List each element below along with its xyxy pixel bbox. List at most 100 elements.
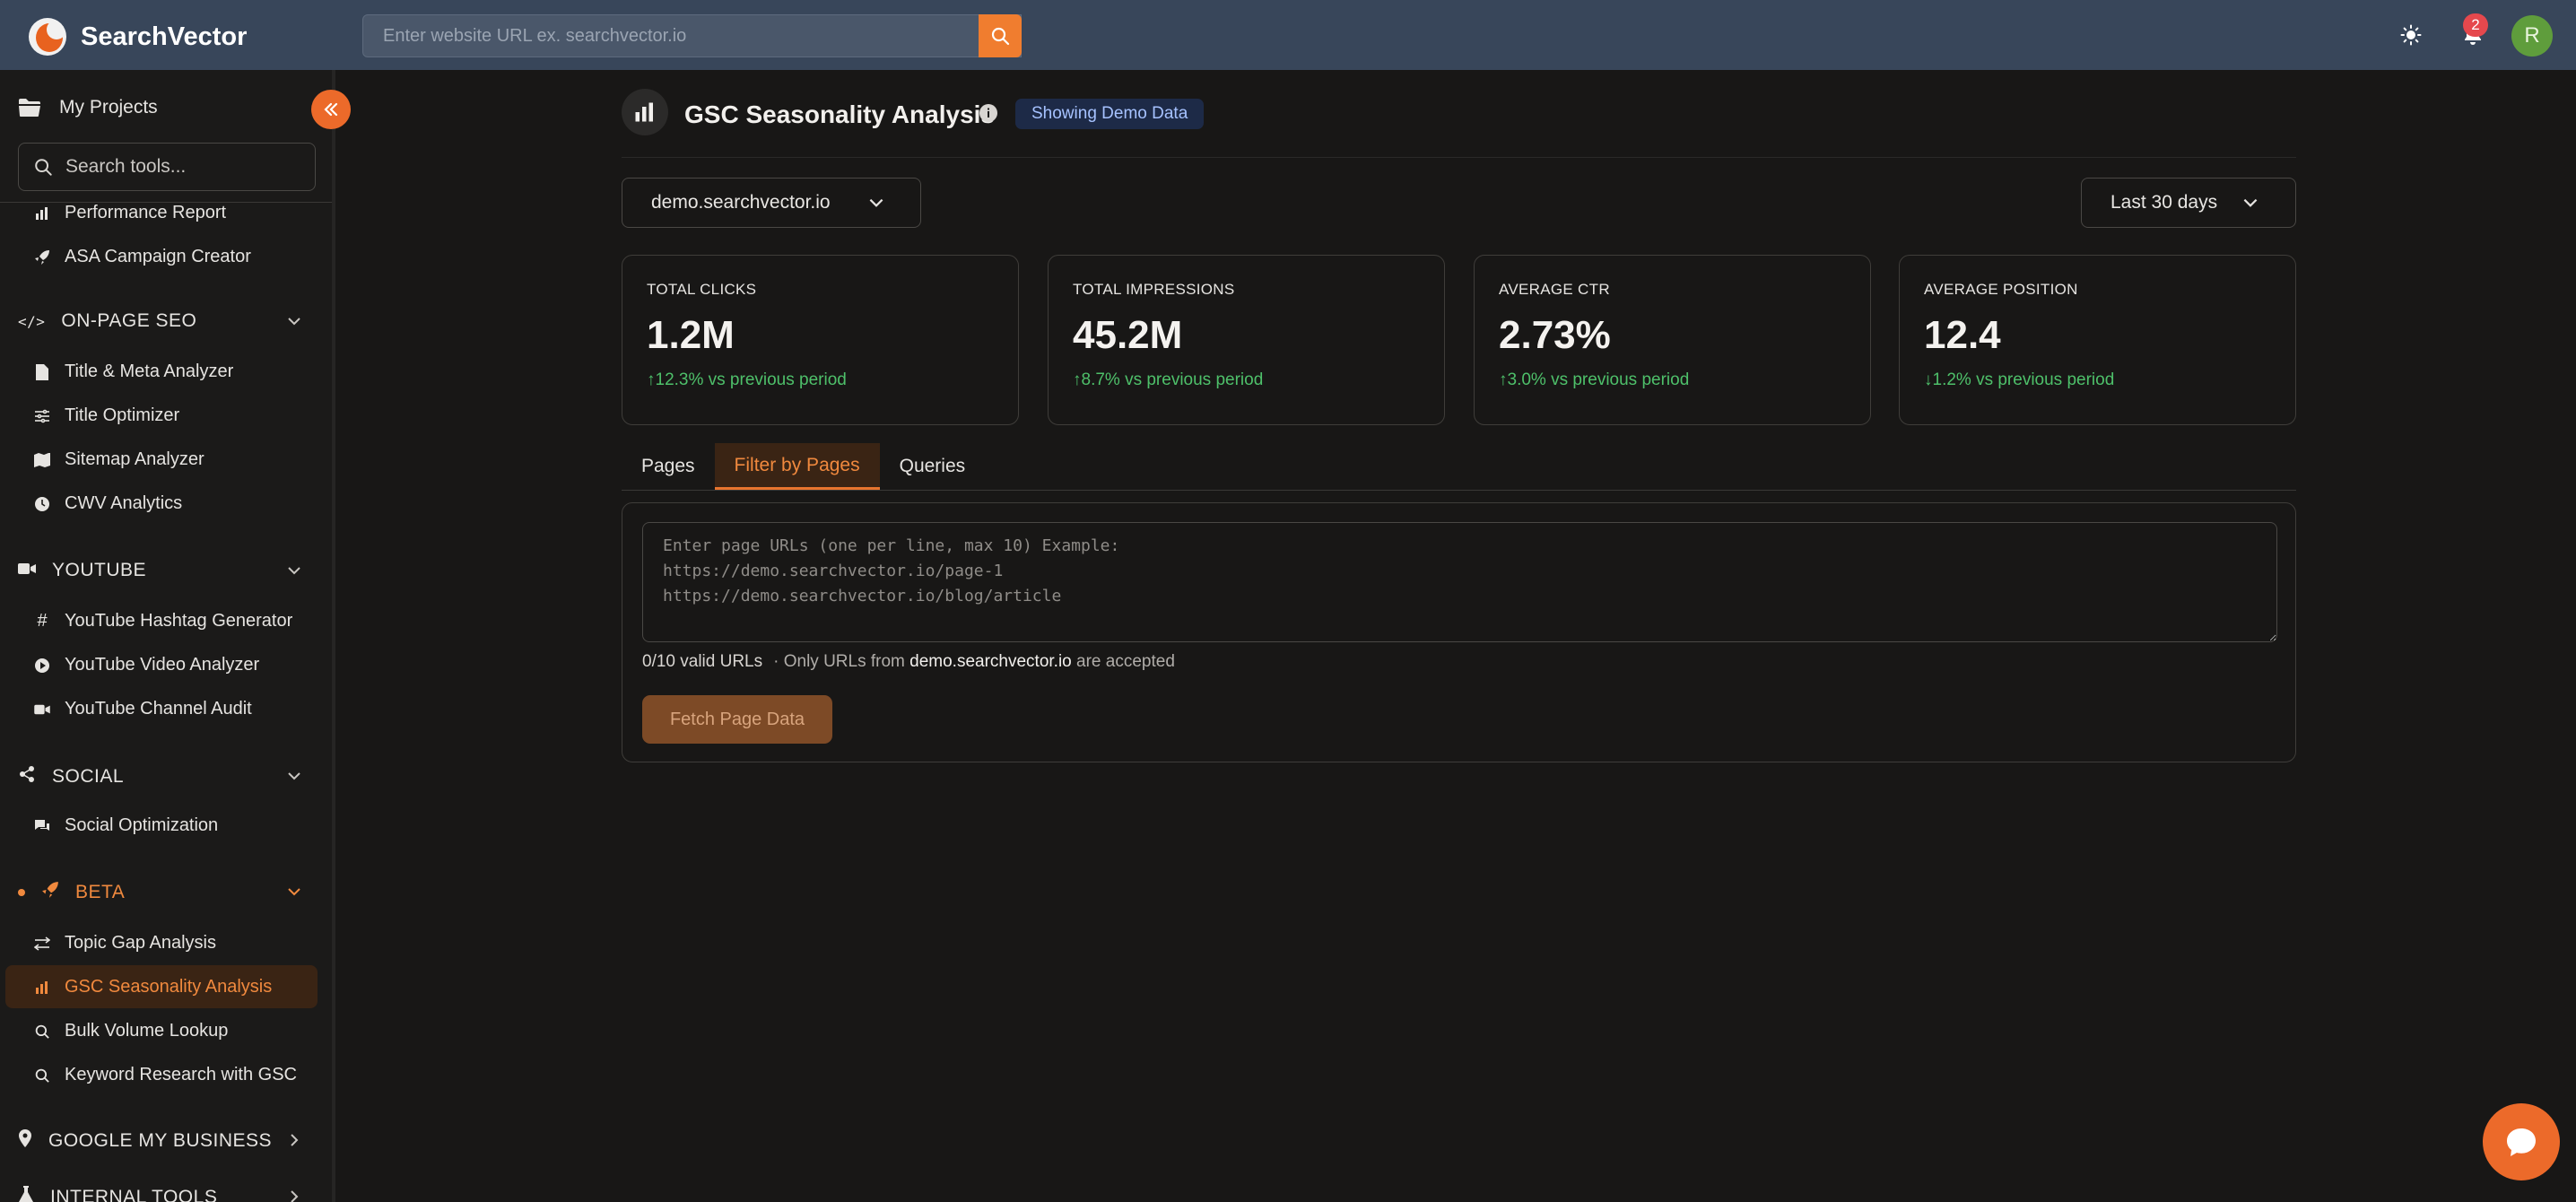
date-range-select[interactable]: Last 30 days (2081, 178, 2296, 228)
search-icon (34, 1023, 50, 1040)
sidebar: My Projects Search tools... Performance … (0, 70, 335, 1202)
metric-card-total-impressions: TOTAL IMPRESSIONS 45.2M ↑8.7% vs previou… (1048, 255, 1445, 425)
arrow-down-icon: ↓ (1924, 370, 1933, 389)
url-validation-status: 0/10 valid URLs · Only URLs from demo.se… (642, 652, 1175, 671)
sidebar-item-gsc-seasonality-analysis[interactable]: GSC Seasonality Analysis (34, 977, 272, 997)
sidebar-item-bulk-volume-lookup[interactable]: Bulk Volume Lookup (34, 1021, 228, 1041)
rocket-icon (34, 249, 50, 266)
sun-icon (2400, 24, 2422, 46)
chevron-down-icon[interactable] (285, 767, 303, 785)
rocket-icon (41, 881, 59, 904)
page-icon (622, 89, 668, 135)
collapse-sidebar-button[interactable] (311, 90, 351, 129)
site-select-value: demo.searchvector.io (651, 192, 831, 213)
my-projects-link[interactable]: My Projects (18, 97, 158, 118)
sidebar-item-performance-report[interactable]: Performance Report (34, 203, 226, 223)
accepted-domain: demo.searchvector.io (909, 652, 1072, 671)
tool-search-placeholder: Search tools... (65, 156, 187, 177)
notification-count-badge: 2 (2463, 13, 2488, 37)
sidebar-item-title-optimizer[interactable]: Title Optimizer (34, 405, 179, 426)
info-icon[interactable] (978, 102, 999, 124)
tabs-divider (622, 490, 2296, 491)
chat-bubble-icon (2507, 1128, 2536, 1156)
app-name: SearchVector (81, 22, 248, 51)
chat-widget-button[interactable] (2483, 1103, 2560, 1180)
clock-icon (34, 496, 50, 512)
website-url-input[interactable] (362, 14, 1022, 57)
metric-card-average-ctr: AVERAGE CTR 2.73% ↑3.0% vs previous peri… (1474, 255, 1871, 425)
bar-chart-icon (34, 980, 50, 996)
location-pin-icon (18, 1129, 32, 1153)
bar-chart-icon (34, 205, 50, 222)
search-icon (34, 1067, 50, 1084)
swap-arrows-icon (34, 936, 50, 952)
tool-search-input[interactable]: Search tools... (18, 143, 316, 191)
chevron-down-icon[interactable] (285, 312, 303, 330)
tab-queries[interactable]: Queries (880, 443, 986, 490)
logo-mark-icon (29, 18, 66, 56)
sidebar-section-beta[interactable]: BETA (18, 881, 125, 904)
hashtag-icon: # (37, 611, 48, 631)
active-dot-icon (18, 889, 25, 896)
sidebar-section-internal-tools[interactable]: INTERNAL TOOLS (18, 1186, 217, 1202)
top-header: SearchVector 2 R (0, 0, 2576, 70)
page-urls-textarea[interactable] (642, 522, 2277, 642)
sidebar-section-google-my-business[interactable]: GOOGLE MY BUSINESS (18, 1129, 272, 1153)
theme-toggle-button[interactable] (2398, 22, 2424, 48)
chevrons-left-icon (324, 102, 338, 117)
my-projects-label: My Projects (59, 97, 158, 118)
sidebar-item-sitemap-analyzer[interactable]: Sitemap Analyzer (34, 449, 205, 470)
title-divider (622, 157, 2296, 158)
sidebar-item-social-optimization[interactable]: Social Optimization (34, 815, 218, 836)
tab-filter-by-pages[interactable]: Filter by Pages (714, 443, 880, 490)
view-tabs: Pages Filter by Pages Queries (622, 443, 985, 490)
code-icon: </> (18, 312, 46, 330)
search-icon (991, 27, 1010, 46)
map-icon (34, 452, 50, 468)
sidebar-item-youtube-hashtag-generator[interactable]: # YouTube Hashtag Generator (34, 611, 292, 631)
video-icon (18, 560, 36, 581)
chevron-down-icon (2243, 198, 2258, 207)
sidebar-item-title-meta-analyzer[interactable]: Title & Meta Analyzer (34, 361, 233, 382)
arrow-up-icon: ↑ (1073, 370, 1082, 389)
sidebar-item-keyword-research-gsc[interactable]: Keyword Research with GSC (34, 1065, 297, 1085)
app-logo[interactable]: SearchVector (29, 18, 247, 56)
sidebar-item-youtube-channel-audit[interactable]: YouTube Channel Audit (34, 699, 252, 719)
filter-by-pages-panel: 0/10 valid URLs · Only URLs from demo.se… (622, 502, 2296, 762)
site-select[interactable]: demo.searchvector.io (622, 178, 921, 228)
chevron-down-icon (869, 198, 883, 207)
url-search-button[interactable] (979, 14, 1022, 57)
chat-bubbles-icon (34, 818, 50, 834)
search-icon (35, 159, 52, 176)
chevron-right-icon[interactable] (285, 1188, 303, 1202)
metric-card-average-position: AVERAGE POSITION 12.4 ↓1.2% vs previous … (1899, 255, 2296, 425)
video-icon (34, 701, 50, 718)
arrow-up-icon: ↑ (1499, 370, 1508, 389)
folder-icon (19, 99, 40, 117)
sidebar-item-cwv-analytics[interactable]: CWV Analytics (34, 493, 182, 514)
sidebar-section-youtube[interactable]: YOUTUBE (18, 560, 146, 581)
sidebar-item-youtube-video-analyzer[interactable]: YouTube Video Analyzer (34, 655, 259, 675)
fetch-page-data-button[interactable]: Fetch Page Data (642, 695, 832, 744)
page-title: GSC Seasonality Analysis (684, 100, 995, 128)
user-avatar[interactable]: R (2511, 15, 2553, 57)
chevron-right-icon[interactable] (285, 1131, 303, 1149)
bar-chart-icon (635, 102, 653, 122)
tab-pages[interactable]: Pages (622, 443, 715, 490)
file-icon (34, 363, 50, 380)
valid-url-count: 0/10 valid URLs (642, 652, 763, 671)
metric-card-total-clicks: TOTAL CLICKS 1.2M ↑12.3% vs previous per… (622, 255, 1019, 425)
arrow-up-icon: ↑ (647, 370, 656, 389)
share-icon (18, 765, 36, 788)
sliders-icon (34, 408, 50, 424)
flask-icon (18, 1186, 34, 1202)
play-circle-icon (34, 658, 50, 674)
date-range-select-value: Last 30 days (2110, 192, 2218, 213)
sidebar-section-on-page-seo[interactable]: </> ON-PAGE SEO (18, 310, 196, 332)
sidebar-item-asa-campaign-creator[interactable]: ASA Campaign Creator (34, 247, 251, 267)
chevron-down-icon[interactable] (285, 562, 303, 579)
sidebar-section-social[interactable]: SOCIAL (18, 765, 124, 788)
sidebar-item-topic-gap-analysis[interactable]: Topic Gap Analysis (34, 933, 216, 954)
demo-data-badge: Showing Demo Data (1015, 99, 1205, 129)
chevron-down-icon[interactable] (285, 883, 303, 901)
